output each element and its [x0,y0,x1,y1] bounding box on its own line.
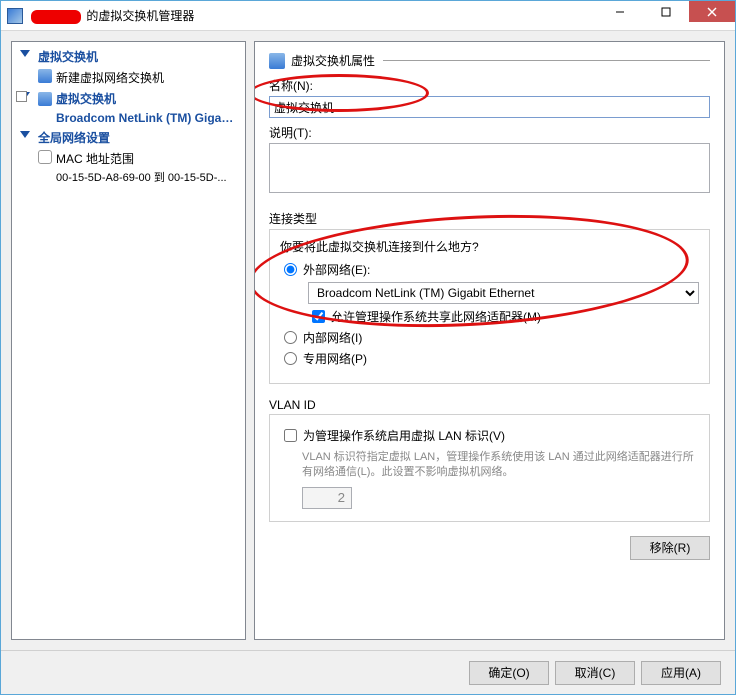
network-icon [38,69,52,83]
radio-external[interactable]: 外部网络(E): [280,261,699,278]
ok-button[interactable]: 确定(O) [469,661,549,685]
cancel-button[interactable]: 取消(C) [555,661,635,685]
radio-private[interactable]: 专用网络(P) [280,350,699,367]
window-title: 的虚拟交换机管理器 [31,7,194,24]
minimize-button[interactable] [597,1,643,22]
tree-item-mac-range[interactable]: MAC 地址范围 [12,148,245,169]
detail-panel: 虚拟交换机属性 名称(N): 说明(T): 连接类型 你要将此虚拟交换机连接到什… [254,41,725,640]
remove-button[interactable]: 移除(R) [630,536,710,560]
name-label: 名称(N): [269,77,710,94]
detail-header: 虚拟交换机属性 [269,52,710,69]
name-input[interactable] [269,96,710,118]
network-icon [38,92,52,106]
desc-input[interactable] [269,143,710,193]
vlan-group: 为管理操作系统启用虚拟 LAN 标识(V) VLAN 标识符指定虚拟 LAN，管… [269,414,710,522]
conn-prompt: 你要将此虚拟交换机连接到什么地方? [280,238,699,255]
maximize-button[interactable] [643,1,689,22]
tree-item-new-switch[interactable]: 新建虚拟网络交换机 [12,67,245,88]
tree-item-selected-switch[interactable]: Broadcom NetLink (TM) Gigabi... [12,109,245,127]
allow-mgmt-check[interactable]: 允许管理操作系统共享此网络适配器(M) [308,308,699,325]
redacted-hostname [31,10,81,24]
vlan-enable-input[interactable] [284,429,297,442]
tree-section-virtual-switches[interactable]: 虚拟交换机 [12,46,245,67]
radio-internal[interactable]: 内部网络(I) [280,329,699,346]
conn-group: 你要将此虚拟交换机连接到什么地方? 外部网络(E): Broadcom NetL… [269,229,710,384]
radio-internal-input[interactable] [284,331,297,344]
conn-group-label: 连接类型 [269,210,710,227]
vlan-enable-check[interactable]: 为管理操作系统启用虚拟 LAN 标识(V) [280,427,699,444]
tree-panel: 虚拟交换机 新建虚拟网络交换机 + 虚拟交换机 Broadcom NetLink… [11,41,246,640]
vlan-group-label: VLAN ID [269,398,710,412]
network-icon [269,53,285,69]
footer: 确定(O) 取消(C) 应用(A) [1,650,735,694]
vlan-id-input [302,487,352,509]
apply-button[interactable]: 应用(A) [641,661,721,685]
vlan-help-text: VLAN 标识符指定虚拟 LAN，管理操作系统使用该 LAN 通过此网络适配器进… [302,450,699,481]
close-button[interactable] [689,1,735,22]
mac-range-icon [38,150,52,164]
allow-mgmt-input[interactable] [312,310,325,323]
mac-range-value: 00-15-5D-A8-69-00 到 00-15-5D-... [12,169,245,185]
window: 的虚拟交换机管理器 虚拟交换机 新建虚拟网络交换机 + 虚拟 [0,0,736,695]
radio-external-input[interactable] [284,263,297,276]
tree-section-switch-instance[interactable]: + 虚拟交换机 [12,88,245,109]
tree-section-global[interactable]: 全局网络设置 [12,127,245,148]
titlebar: 的虚拟交换机管理器 [1,1,735,31]
radio-private-input[interactable] [284,352,297,365]
adapter-select[interactable]: Broadcom NetLink (TM) Gigabit Ethernet [308,282,699,304]
desc-label: 说明(T): [269,124,710,141]
app-icon [7,8,23,24]
